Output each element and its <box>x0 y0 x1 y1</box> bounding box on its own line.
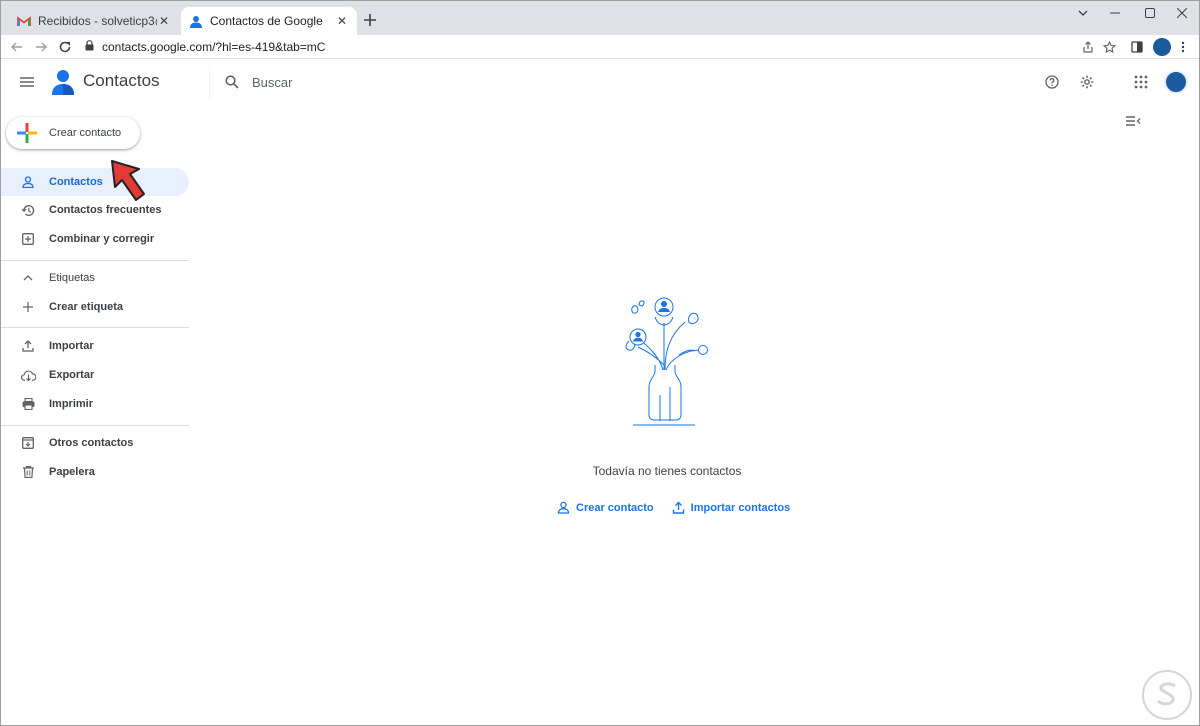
printer-icon <box>20 396 36 412</box>
forward-icon[interactable] <box>31 37 51 57</box>
side-panel-icon[interactable] <box>1127 37 1147 57</box>
gmail-icon <box>17 14 31 28</box>
maximize-icon[interactable] <box>1132 1 1168 25</box>
lock-icon <box>85 40 94 54</box>
sidebar-item-label: Combinar y corregir <box>49 233 155 245</box>
more-vert-icon[interactable] <box>1173 37 1193 57</box>
trash-icon <box>20 464 36 480</box>
sidebar-item-label: Papelera <box>49 466 95 478</box>
app-header: Contactos <box>1 59 1199 105</box>
sidebar-item-label: Exportar <box>49 369 95 381</box>
create-contact-label: Crear contacto <box>49 127 122 139</box>
create-contact-button[interactable]: Crear contacto <box>6 117 140 149</box>
person-add-icon <box>557 501 571 515</box>
collapse-panel-icon[interactable] <box>1125 114 1141 128</box>
sidebar-item-combinar[interactable]: Combinar y corregir <box>1 225 189 253</box>
apps-grid-icon[interactable] <box>1130 71 1152 93</box>
plus-icon <box>20 299 36 315</box>
minimize-icon[interactable] <box>1097 1 1133 25</box>
archive-person-icon <box>20 435 36 451</box>
empty-state-flower-illustration <box>619 295 719 429</box>
search-bar[interactable] <box>209 65 727 99</box>
sidebar-item-otros-contactos[interactable]: Otros contactos <box>1 429 189 457</box>
labels-heading: Etiquetas <box>49 272 95 284</box>
back-icon[interactable] <box>7 37 27 57</box>
sidebar-item-label: Contactos <box>49 176 103 188</box>
main-menu-icon[interactable] <box>17 72 37 92</box>
sidebar-item-label: Importar <box>49 340 94 352</box>
sidebar-divider <box>1 260 189 261</box>
tab-title: Contactos de Google <box>210 14 323 28</box>
sidebar-divider <box>1 327 189 328</box>
create-contact-link[interactable]: Crear contacto <box>557 501 654 515</box>
import-contacts-link[interactable]: Importar contactos <box>672 501 791 515</box>
reload-icon[interactable] <box>55 37 75 57</box>
contacts-logo-icon <box>51 69 75 95</box>
close-icon[interactable]: ✕ <box>157 14 171 28</box>
window-close-icon[interactable] <box>1164 1 1200 25</box>
chevron-up-icon <box>20 270 36 286</box>
create-contact-link-label: Crear contacto <box>576 502 654 514</box>
new-tab-button[interactable] <box>361 11 379 29</box>
empty-state-actions: Crear contacto Importar contactos <box>557 499 808 517</box>
sidebar-item-label: Otros contactos <box>49 437 134 449</box>
sidebar-item-frecuentes[interactable]: Contactos frecuentes <box>1 196 189 224</box>
address-bar[interactable]: contacts.google.com/?hl=es-419&tab=mC <box>85 37 1075 57</box>
tab-gmail[interactable]: Recibidos - solveticp3@gmail.cor ✕ <box>9 7 179 35</box>
share-icon[interactable] <box>1078 37 1098 57</box>
app-title: Contactos <box>83 71 160 90</box>
empty-state-title: Todavía no tienes contactos <box>592 464 742 478</box>
search-input[interactable] <box>252 74 692 90</box>
sidebar-item-crear-etiqueta[interactable]: Crear etiqueta <box>1 293 189 321</box>
sidebar-item-contactos[interactable]: Contactos <box>1 168 189 196</box>
red-pointer-arrow-icon <box>105 159 157 209</box>
sidebar-item-papelera[interactable]: Papelera <box>1 458 189 486</box>
tab-contacts[interactable]: Contactos de Google ✕ <box>181 7 357 35</box>
sidebar-item-exportar[interactable]: Exportar <box>1 361 189 389</box>
settings-gear-icon[interactable] <box>1076 71 1098 93</box>
sidebar-item-label: Imprimir <box>49 398 94 410</box>
sidebar-item-importar[interactable]: Importar <box>1 332 189 360</box>
browser-profile-avatar[interactable] <box>1153 38 1171 56</box>
url-text: contacts.google.com/?hl=es-419&tab=mC <box>102 40 326 54</box>
watermark-logo-icon <box>1141 669 1193 721</box>
search-icon[interactable] <box>212 65 252 99</box>
merge-icon <box>20 231 36 247</box>
person-icon <box>20 174 36 190</box>
browser-window: Recibidos - solveticp3@gmail.cor ✕ Conta… <box>0 0 1200 726</box>
sidebar-item-imprimir[interactable]: Imprimir <box>1 390 189 418</box>
tab-strip: Recibidos - solveticp3@gmail.cor ✕ Conta… <box>1 1 1199 35</box>
close-icon[interactable]: ✕ <box>335 14 349 28</box>
tab-title: Recibidos - solveticp3@gmail.cor <box>38 14 157 28</box>
sidebar-item-label: Crear etiqueta <box>49 301 123 313</box>
upload-icon <box>672 501 686 515</box>
upload-icon <box>20 338 36 354</box>
import-contacts-link-label: Importar contactos <box>690 502 791 514</box>
sidebar-divider <box>1 425 189 426</box>
cloud-download-icon <box>20 367 36 383</box>
help-icon[interactable] <box>1041 71 1063 93</box>
tab-search-icon[interactable] <box>1065 1 1101 25</box>
bookmark-star-icon[interactable] <box>1099 37 1119 57</box>
colored-plus-icon <box>16 122 38 144</box>
account-avatar[interactable] <box>1164 70 1188 94</box>
sidebar-labels-toggle[interactable]: Etiquetas <box>1 264 189 292</box>
history-icon <box>20 202 36 218</box>
browser-toolbar: contacts.google.com/?hl=es-419&tab=mC <box>1 35 1199 59</box>
contacts-icon <box>189 14 203 28</box>
